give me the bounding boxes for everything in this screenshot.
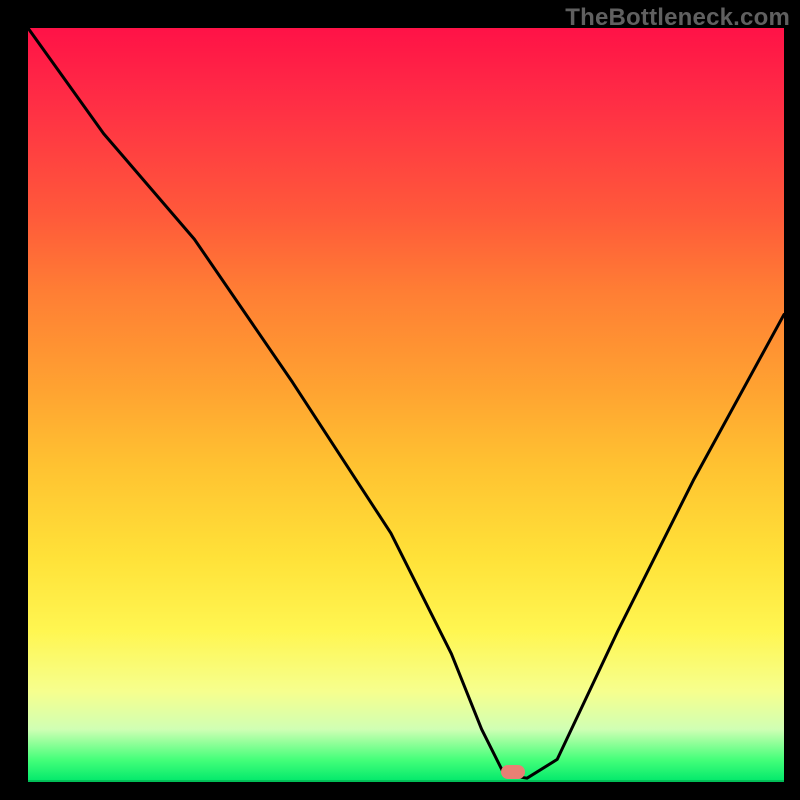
baseline bbox=[28, 780, 784, 782]
chart-frame: TheBottleneck.com bbox=[0, 0, 800, 800]
optimal-marker bbox=[501, 765, 525, 779]
watermark-text: TheBottleneck.com bbox=[565, 4, 790, 32]
bottleneck-curve bbox=[28, 28, 784, 782]
plot-area bbox=[28, 28, 784, 782]
